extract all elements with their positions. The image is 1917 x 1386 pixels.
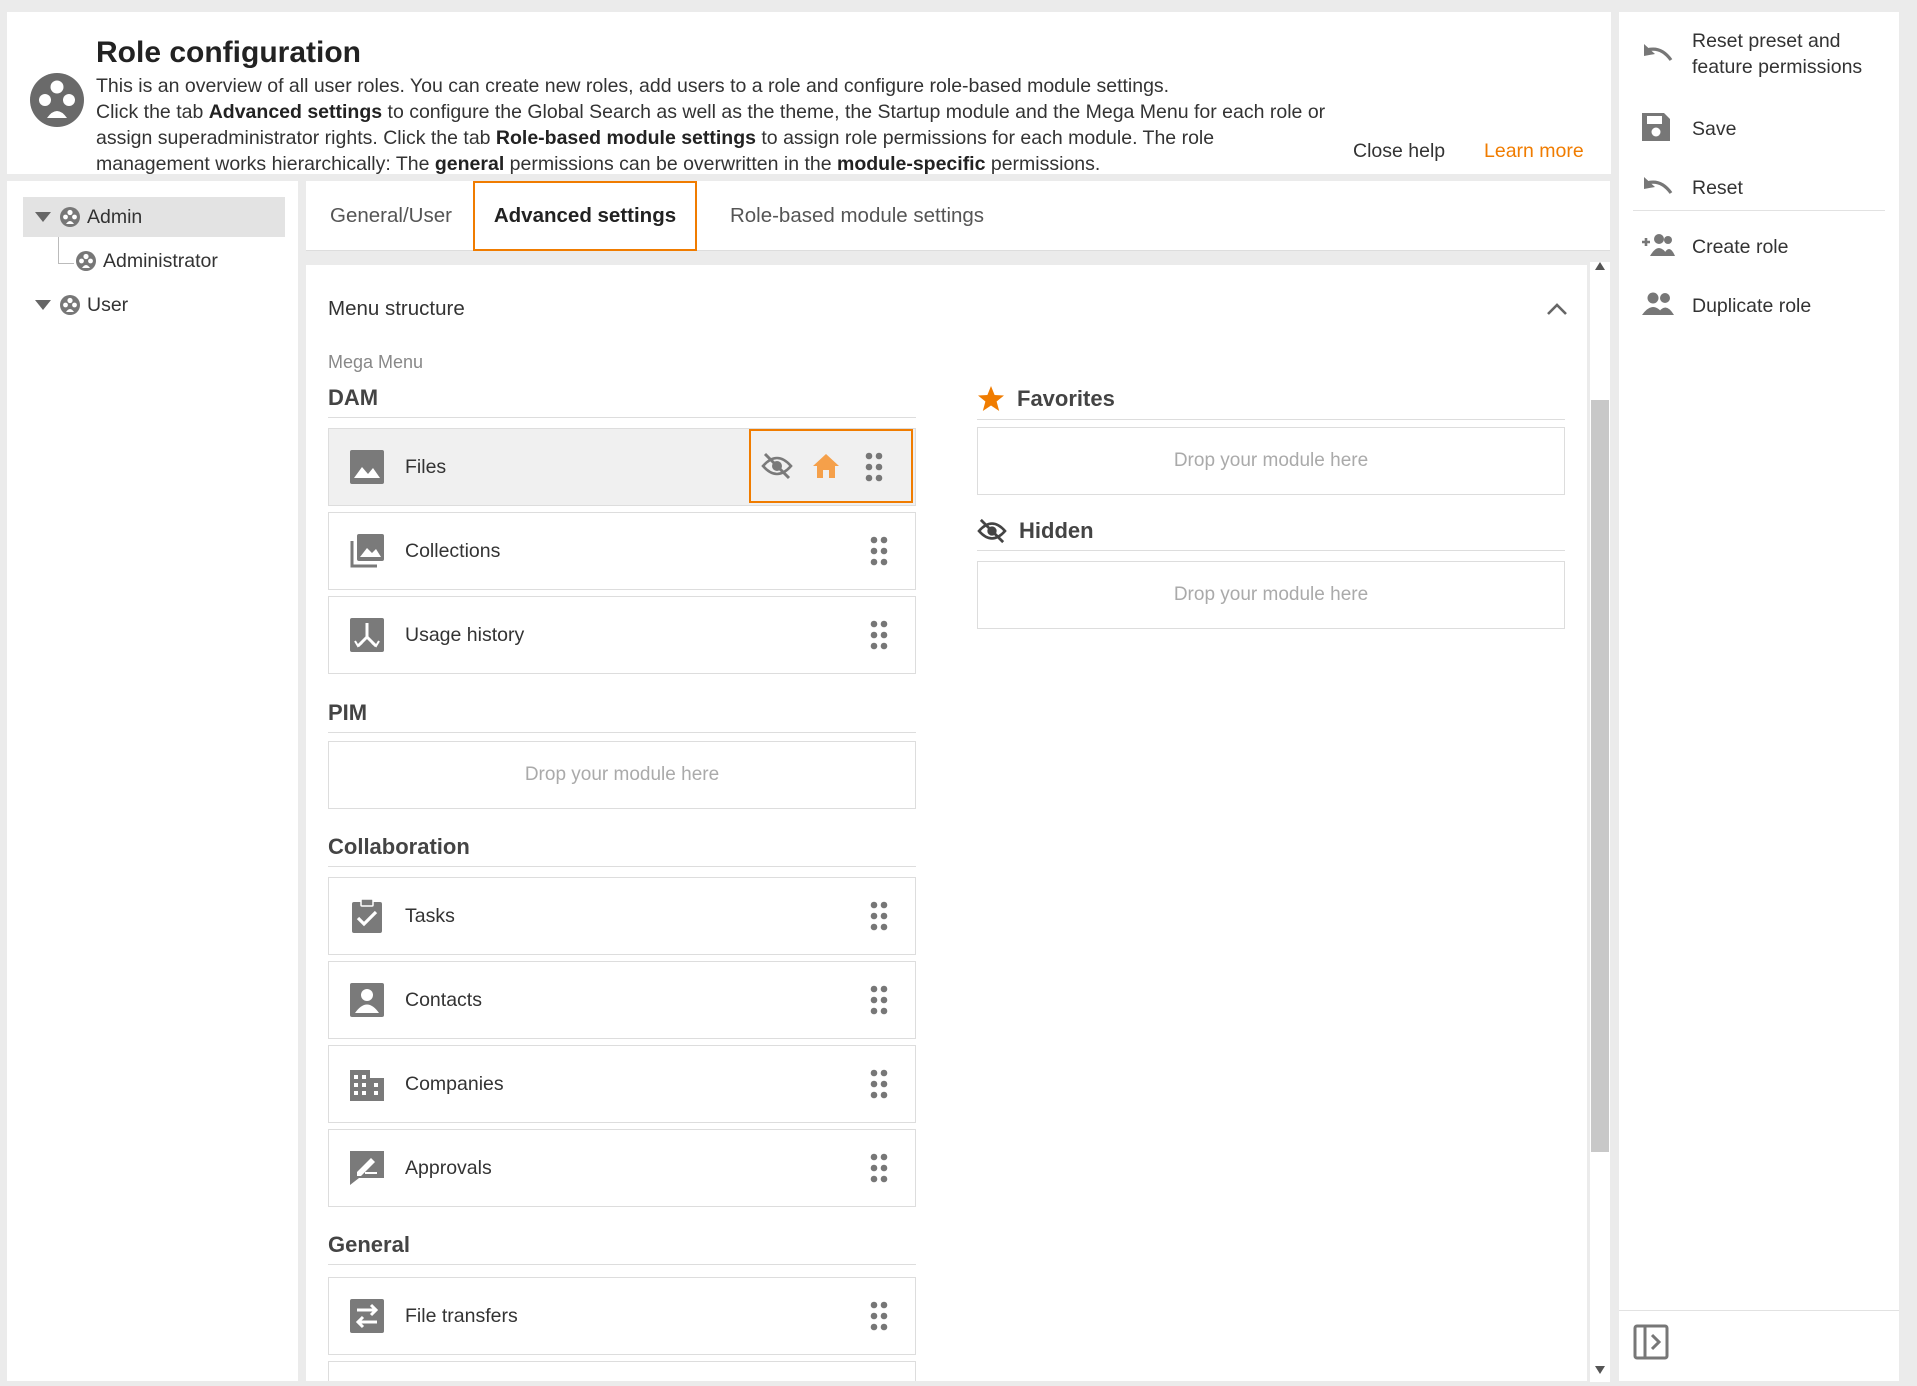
learn-more-link[interactable]: Learn more — [1484, 140, 1584, 163]
menu-structure-panel: Menu structure Mega Menu DAM Files Colle… — [306, 265, 1587, 1381]
section-heading: Menu structure — [328, 297, 465, 320]
scrollbar-thumb[interactable] — [1591, 400, 1609, 1152]
module-actions — [749, 429, 913, 503]
module-contacts[interactable]: Contacts — [328, 961, 916, 1039]
save-button[interactable]: Save — [1619, 108, 1899, 148]
help-panel: Role configuration This is an overview o… — [7, 12, 1611, 175]
transfer-arrows-icon — [349, 1298, 385, 1334]
reset-label: Reset — [1692, 177, 1743, 199]
group-title-general: General — [328, 1232, 916, 1265]
module-label: Files — [405, 456, 447, 478]
usage-history-icon — [349, 617, 385, 653]
module-files[interactable]: Files — [328, 428, 916, 506]
vertical-scrollbar[interactable] — [1590, 262, 1610, 1382]
role-group-icon — [27, 70, 87, 130]
reset-preset-button[interactable]: Reset preset and feature permissions — [1619, 26, 1899, 82]
module-partial[interactable] — [328, 1361, 916, 1381]
module-collections[interactable]: Collections — [328, 512, 916, 590]
tree-item-label: User — [87, 293, 129, 316]
module-label: Companies — [405, 1073, 504, 1095]
duplicate-role-button[interactable]: Duplicate role — [1619, 285, 1899, 325]
group-icon — [1641, 291, 1675, 321]
chevron-up-icon[interactable] — [1545, 301, 1569, 317]
save-icon — [1641, 112, 1675, 142]
visibility-off-icon[interactable] — [761, 452, 793, 480]
visibility-off-icon — [977, 518, 1007, 544]
module-label: Usage history — [405, 624, 525, 646]
tree-item-label: Administrator — [103, 249, 218, 272]
module-file-transfers[interactable]: File transfers — [328, 1277, 916, 1355]
module-label: File transfers — [405, 1305, 518, 1327]
module-label: Approvals — [405, 1157, 492, 1179]
role-icon — [59, 294, 81, 316]
reset-preset-label: Reset preset and — [1692, 30, 1841, 52]
collections-icon — [349, 533, 385, 569]
page-title: Role configuration — [96, 36, 361, 69]
reset-button[interactable]: Reset — [1619, 167, 1899, 207]
tasks-icon — [349, 898, 385, 934]
drag-handle-icon[interactable] — [869, 1068, 889, 1100]
drag-handle-icon[interactable] — [864, 451, 884, 483]
role-icon — [75, 250, 97, 272]
close-help-link[interactable]: Close help — [1353, 140, 1445, 163]
expand-caret-icon[interactable] — [35, 212, 51, 222]
group-title-pim: PIM — [328, 700, 916, 733]
duplicate-role-label: Duplicate role — [1692, 295, 1812, 317]
save-label: Save — [1692, 118, 1737, 140]
group-title-favorites: Favorites — [977, 385, 1565, 420]
scroll-up-arrow-icon[interactable] — [1595, 262, 1605, 270]
star-icon — [977, 385, 1005, 413]
undo-icon — [1641, 40, 1675, 70]
home-icon[interactable] — [811, 452, 841, 480]
drop-zone-pim[interactable]: Drop your module here — [328, 741, 916, 809]
expand-caret-icon[interactable] — [35, 300, 51, 310]
create-role-label: Create role — [1692, 236, 1789, 258]
tree-item-administrator[interactable]: Administrator — [75, 241, 285, 281]
module-approvals[interactable]: Approvals — [328, 1129, 916, 1207]
drag-handle-icon[interactable] — [869, 900, 889, 932]
drop-zone-favorites[interactable]: Drop your module here — [977, 427, 1565, 495]
group-title-collaboration: Collaboration — [328, 834, 916, 867]
tab-bar: General/User Advanced settings Role-base… — [306, 181, 1610, 251]
role-tree: Admin Administrator User — [7, 181, 298, 1381]
image-icon — [349, 449, 385, 485]
add-group-icon — [1641, 232, 1675, 262]
drag-handle-icon[interactable] — [869, 1300, 889, 1332]
tree-item-user[interactable]: User — [23, 285, 285, 325]
drag-handle-icon[interactable] — [869, 535, 889, 567]
divider — [1633, 210, 1885, 211]
group-title-hidden: Hidden — [977, 518, 1565, 551]
tab-advanced-settings[interactable]: Advanced settings — [473, 181, 697, 251]
module-companies[interactable]: Companies — [328, 1045, 916, 1123]
module-label: Collections — [405, 540, 501, 562]
drag-handle-icon[interactable] — [869, 1152, 889, 1184]
tab-role-based-module-settings[interactable]: Role-based module settings — [704, 181, 1010, 251]
create-role-button[interactable]: Create role — [1619, 226, 1899, 266]
divider — [1619, 1310, 1899, 1311]
drop-zone-hidden[interactable]: Drop your module here — [977, 561, 1565, 629]
tree-item-admin[interactable]: Admin — [23, 197, 285, 237]
approval-signature-icon — [349, 1150, 385, 1186]
action-sidebar: Reset preset and feature permissions Sav… — [1619, 12, 1899, 1381]
tree-item-label: Admin — [87, 205, 143, 228]
mega-menu-label: Mega Menu — [328, 352, 424, 372]
building-icon — [349, 1066, 385, 1102]
tab-general-user[interactable]: General/User — [316, 181, 466, 251]
group-title-dam: DAM — [328, 385, 916, 418]
help-description: This is an overview of all user roles. Y… — [96, 75, 1326, 175]
module-tasks[interactable]: Tasks — [328, 877, 916, 955]
contact-icon — [349, 982, 385, 1018]
drag-handle-icon[interactable] — [869, 619, 889, 651]
module-label: Tasks — [405, 905, 455, 927]
scroll-down-arrow-icon[interactable] — [1595, 1366, 1605, 1374]
module-usage-history[interactable]: Usage history — [328, 596, 916, 674]
module-label: Contacts — [405, 989, 482, 1011]
role-icon — [59, 206, 81, 228]
drag-handle-icon[interactable] — [869, 984, 889, 1016]
undo-icon — [1641, 173, 1675, 203]
collapse-sidebar-icon[interactable] — [1633, 1324, 1669, 1360]
